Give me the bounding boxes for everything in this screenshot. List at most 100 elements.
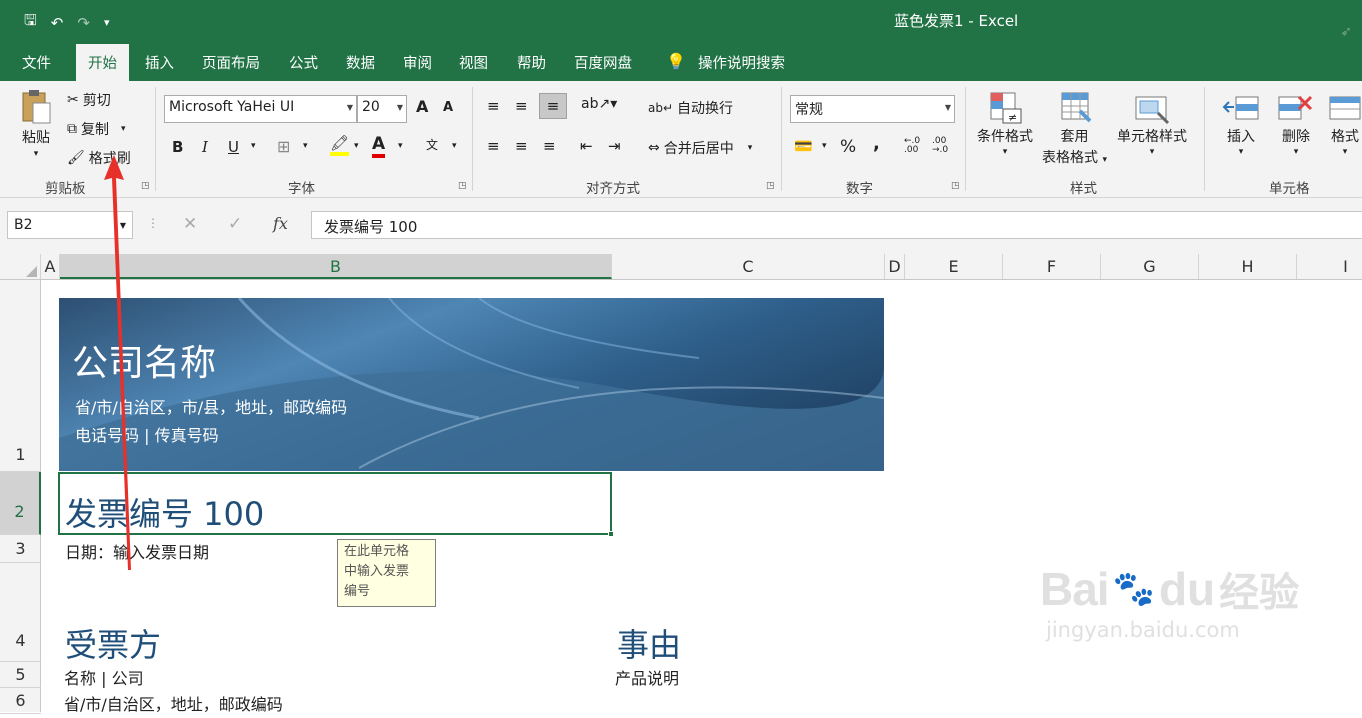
format-cells-button[interactable]: 格式 ▾	[1328, 91, 1362, 157]
customize-qat-icon[interactable]: ▾	[104, 16, 110, 29]
align-left-icon[interactable]: ≡	[487, 137, 500, 155]
tab-formulas[interactable]: 公式	[289, 52, 318, 73]
format-as-table-button[interactable]: 套用 表格格式 ▾	[1042, 91, 1107, 167]
column-header-i[interactable]: I	[1297, 254, 1362, 279]
align-right-icon[interactable]: ≡	[543, 137, 556, 155]
tab-home[interactable]: 开始	[76, 44, 129, 81]
font-size-select[interactable]: 20 ▼	[357, 95, 407, 123]
align-center-icon[interactable]: ≡	[515, 137, 528, 155]
align-bottom-icon[interactable]: ≡	[539, 93, 567, 119]
column-header-d[interactable]: D	[885, 254, 905, 279]
row-header-6[interactable]: 6	[0, 688, 41, 714]
cancel-icon[interactable]: ✕	[183, 214, 197, 234]
decrease-decimal-button[interactable]: .00 →.0	[932, 137, 948, 155]
font-color-dropdown-icon[interactable]: ▾	[398, 141, 403, 151]
redo-icon[interactable]: ↷	[77, 14, 90, 32]
row-header-2[interactable]: 2	[0, 472, 41, 535]
shrink-font-button[interactable]: A	[443, 100, 453, 115]
column-header-g[interactable]: G	[1101, 254, 1199, 279]
alignment-launcher-icon[interactable]: ◳	[766, 181, 775, 191]
recipient-heading[interactable]: 受票方	[65, 620, 161, 666]
accounting-format-icon[interactable]: 💳	[794, 137, 813, 155]
cell-styles-button[interactable]: 单元格样式 ▾	[1117, 91, 1187, 157]
table-format-icon	[1061, 92, 1092, 123]
recipient-name[interactable]: 名称 | 公司	[64, 665, 144, 689]
merge-center-button[interactable]: ⇔ 合并后居中 ▾	[648, 138, 752, 158]
font-name-select[interactable]: Microsoft YaHei UI ▼	[164, 95, 357, 123]
column-header-f[interactable]: F	[1003, 254, 1101, 279]
row-headers: 1 2 3 4 5 6	[0, 280, 41, 714]
underline-button[interactable]: U	[228, 138, 239, 156]
grow-font-button[interactable]: A	[416, 97, 428, 116]
enter-icon[interactable]: ✓	[228, 214, 242, 234]
conditional-formatting-button[interactable]: ≠ 条件格式 ▾	[977, 91, 1033, 157]
insert-cells-button[interactable]: 插入 ▾	[1222, 91, 1260, 157]
font-launcher-icon[interactable]: ◳	[458, 181, 467, 191]
tab-data[interactable]: 数据	[346, 52, 375, 73]
save-icon[interactable]: 🖫	[24, 10, 37, 35]
phonetic-dropdown-icon[interactable]: ▾	[452, 141, 457, 151]
increase-indent-icon[interactable]: ⇥	[608, 137, 621, 155]
cell-styles-label: 单元格样式	[1117, 129, 1187, 145]
increase-decimal-button[interactable]: ←.0 .00	[904, 137, 920, 155]
tab-baidu-netdisk[interactable]: 百度网盘	[574, 52, 632, 73]
undo-icon[interactable]: ↶	[51, 14, 64, 32]
bold-button[interactable]: B	[172, 138, 183, 156]
align-middle-icon[interactable]: ≡	[515, 97, 528, 115]
red-arrow-annotation	[104, 155, 131, 570]
wrap-text-button[interactable]: ab↵ 自动换行	[648, 98, 733, 118]
fill-handle[interactable]	[608, 531, 614, 537]
paste-button[interactable]: 粘贴 ▾	[20, 89, 52, 159]
column-header-b[interactable]: B	[60, 254, 612, 279]
more-options-icon[interactable]: ⋮	[147, 216, 159, 230]
divider	[1204, 87, 1205, 191]
row-header-4[interactable]: 4	[0, 563, 41, 662]
number-format-select[interactable]: 常规 ▼	[790, 95, 955, 123]
reason-heading[interactable]: 事由	[617, 620, 681, 666]
delete-cells-icon	[1278, 95, 1313, 120]
paste-label: 粘贴	[22, 130, 50, 146]
italic-button[interactable]: I	[202, 138, 208, 156]
select-all-corner[interactable]	[0, 254, 41, 279]
column-header-a[interactable]: A	[41, 254, 60, 279]
fill-color-dropdown-icon[interactable]: ▾	[354, 141, 359, 151]
recipient-address[interactable]: 省/市/自治区，地址，邮政编码	[64, 691, 283, 715]
borders-dropdown-icon[interactable]: ▾	[303, 141, 308, 151]
product-description[interactable]: 产品说明	[615, 665, 679, 689]
tab-review[interactable]: 审阅	[403, 52, 432, 73]
percent-button[interactable]: %	[840, 137, 856, 157]
invoice-number[interactable]: 发票编号 100	[65, 489, 264, 535]
column-header-e[interactable]: E	[905, 254, 1003, 279]
delete-cells-button[interactable]: 删除 ▾	[1277, 91, 1315, 157]
tab-help[interactable]: 帮助	[517, 52, 546, 73]
number-launcher-icon[interactable]: ◳	[951, 181, 960, 191]
font-color-icon[interactable]: A	[372, 134, 386, 158]
tab-insert[interactable]: 插入	[145, 52, 174, 73]
tab-page-layout[interactable]: 页面布局	[202, 52, 260, 73]
column-header-h[interactable]: H	[1199, 254, 1297, 279]
borders-icon[interactable]: ⊞	[277, 137, 290, 156]
tab-file[interactable]: 文件	[22, 52, 51, 73]
row-header-3[interactable]: 3	[0, 535, 41, 563]
clipboard-launcher-icon[interactable]: ◳	[141, 181, 150, 191]
underline-dropdown-icon[interactable]: ▾	[251, 141, 256, 151]
cut-button[interactable]: ✂ 剪切	[67, 90, 111, 110]
fill-color-icon[interactable]: 🖍	[330, 134, 350, 156]
align-top-icon[interactable]: ≡	[487, 97, 500, 115]
ribbon-tabs: 文件 开始 插入 页面布局 公式 数据 审阅 视图 帮助 百度网盘 💡 操作说明…	[0, 40, 1362, 81]
phonetic-icon[interactable]: 文	[426, 136, 438, 153]
tell-me-search[interactable]: 操作说明搜索	[698, 52, 785, 73]
accounting-dropdown-icon[interactable]: ▾	[822, 141, 827, 151]
comma-button[interactable]: ,	[873, 133, 880, 154]
row-header-5[interactable]: 5	[0, 662, 41, 688]
orientation-icon[interactable]: ab↗▾	[581, 96, 617, 112]
column-header-c[interactable]: C	[612, 254, 885, 279]
formula-input[interactable]: 发票编号 100	[311, 211, 1362, 239]
insert-function-icon[interactable]: fx	[273, 214, 288, 233]
row-header-1[interactable]: 1	[0, 280, 41, 472]
merge-label: 合并后居中	[663, 141, 734, 157]
copy-button[interactable]: ⧉ 复制 ▾	[67, 119, 126, 139]
copy-label: 复制	[81, 122, 109, 138]
tab-view[interactable]: 视图	[459, 52, 488, 73]
decrease-indent-icon[interactable]: ⇤	[580, 137, 593, 155]
